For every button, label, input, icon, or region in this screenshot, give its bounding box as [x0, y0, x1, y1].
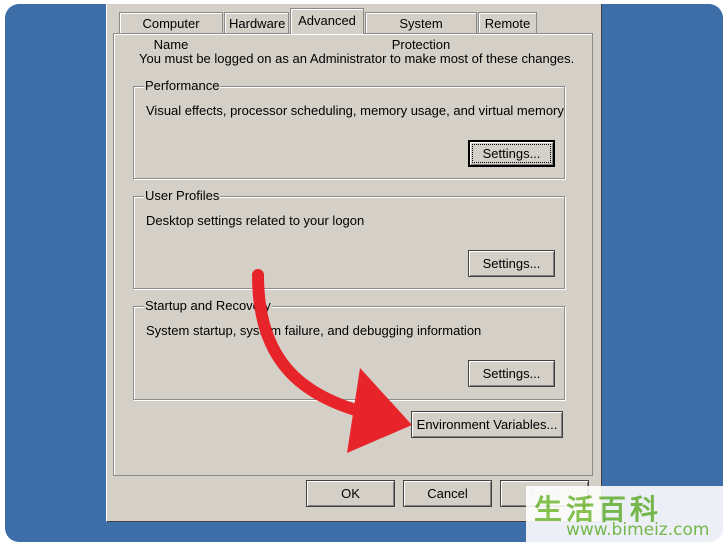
tab-hardware[interactable]: Hardware: [224, 12, 289, 33]
cancel-button[interactable]: Cancel: [403, 480, 492, 507]
admin-note: You must be logged on as an Administrato…: [139, 51, 575, 66]
tab-computer-name[interactable]: Computer Name: [119, 12, 223, 52]
tab-advanced[interactable]: Advanced: [290, 8, 364, 34]
user-profiles-settings-button[interactable]: Settings...: [468, 250, 555, 277]
environment-variables-button[interactable]: Environment Variables...: [411, 411, 563, 438]
performance-description: Visual effects, processor scheduling, me…: [146, 103, 564, 118]
startup-recovery-group-title: Startup and Recovery: [144, 298, 272, 313]
user-profiles-group: User Profiles Desktop settings related t…: [133, 188, 565, 289]
site-watermark: 生活百科 www.bimeiz.com: [526, 486, 728, 546]
user-profiles-group-title: User Profiles: [144, 188, 221, 203]
background-frame: Computer Name Hardware Advanced System P…: [5, 4, 723, 542]
startup-recovery-description: System startup, system failure, and debu…: [146, 323, 482, 338]
performance-group-title: Performance: [144, 78, 221, 93]
startup-recovery-settings-button[interactable]: Settings...: [468, 360, 555, 387]
watermark-url: www.bimeiz.com: [566, 520, 710, 540]
user-profiles-description: Desktop settings related to your logon: [146, 213, 365, 228]
tab-system-protection[interactable]: System Protection: [365, 12, 477, 52]
performance-settings-button[interactable]: Settings...: [468, 140, 555, 167]
tab-remote[interactable]: Remote: [478, 12, 537, 33]
startup-recovery-group: Startup and Recovery System startup, sys…: [133, 298, 565, 400]
system-properties-dialog: Computer Name Hardware Advanced System P…: [106, 4, 602, 522]
ok-button[interactable]: OK: [306, 480, 395, 507]
performance-group: Performance Visual effects, processor sc…: [133, 78, 565, 179]
